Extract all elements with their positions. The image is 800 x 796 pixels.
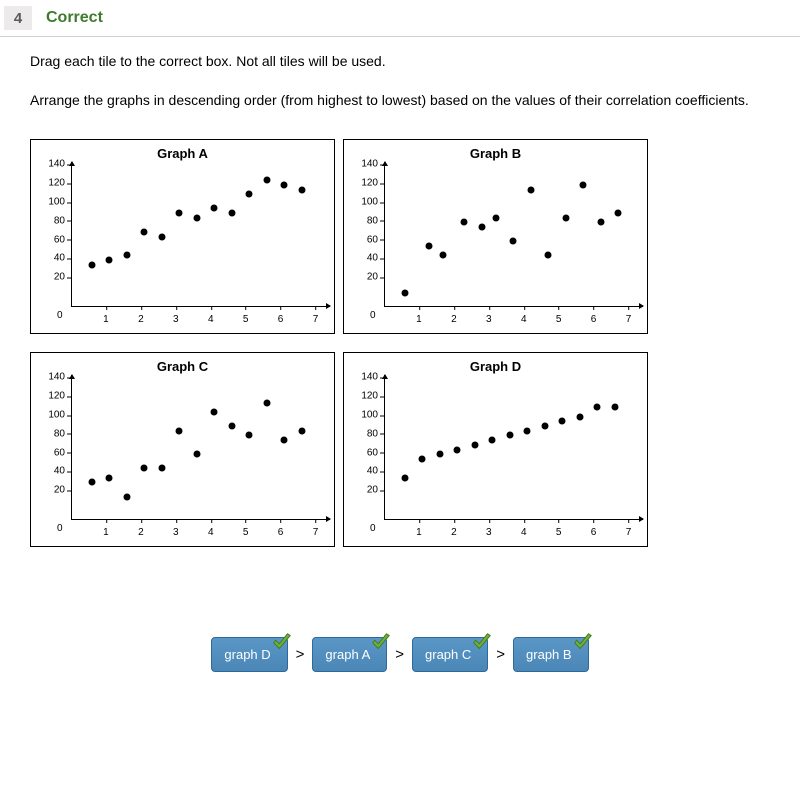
instruction-line-2: Arrange the graphs in descending order (… <box>30 90 770 111</box>
data-point <box>541 423 548 430</box>
data-point <box>106 474 113 481</box>
tile-label: graph C <box>425 647 471 662</box>
data-point <box>436 451 443 458</box>
data-point <box>580 181 587 188</box>
data-point <box>246 191 253 198</box>
data-point <box>506 432 513 439</box>
data-point <box>545 252 552 259</box>
data-point <box>176 427 183 434</box>
data-point <box>228 210 235 217</box>
chart-title: Graph D <box>344 359 647 374</box>
instructions: Drag each tile to the correct box. Not a… <box>0 37 800 111</box>
tile-label: graph A <box>325 647 370 662</box>
answer-tile-4[interactable]: graph B <box>513 637 589 672</box>
data-point <box>597 219 604 226</box>
comparator-2: > <box>393 646 406 663</box>
question-number: 4 <box>4 6 32 30</box>
plot-area: 0204060801001201401234567 <box>71 379 326 520</box>
data-point <box>176 210 183 217</box>
chart-a: Graph A 0204060801001201401234567 <box>30 139 335 334</box>
chart-title: Graph C <box>31 359 334 374</box>
data-point <box>158 233 165 240</box>
chart-b: Graph B 0204060801001201401234567 <box>343 139 648 334</box>
data-point <box>611 404 618 411</box>
plot-area: 0204060801001201401234567 <box>384 166 639 307</box>
data-point <box>263 177 270 184</box>
data-point <box>298 427 305 434</box>
comparator-3: > <box>494 646 507 663</box>
data-point <box>440 252 447 259</box>
check-icon <box>370 631 392 653</box>
chart-title: Graph A <box>31 146 334 161</box>
data-point <box>401 474 408 481</box>
data-point <box>158 465 165 472</box>
check-icon <box>572 631 594 653</box>
status-label: Correct <box>46 9 103 27</box>
answer-tile-1[interactable]: graph D <box>211 637 287 672</box>
data-point <box>88 479 95 486</box>
data-point <box>141 465 148 472</box>
data-point <box>492 214 499 221</box>
answer-tile-2[interactable]: graph A <box>312 637 387 672</box>
data-point <box>141 228 148 235</box>
data-point <box>471 441 478 448</box>
data-point <box>211 205 218 212</box>
data-point <box>419 455 426 462</box>
data-point <box>123 252 130 259</box>
chart-title: Graph B <box>344 146 647 161</box>
data-point <box>123 493 130 500</box>
data-point <box>454 446 461 453</box>
instruction-line-1: Drag each tile to the correct box. Not a… <box>30 51 770 72</box>
chart-d: Graph D 0204060801001201401234567 <box>343 352 648 547</box>
plot-area: 0204060801001201401234567 <box>71 166 326 307</box>
data-point <box>594 404 601 411</box>
answer-row: graph D > graph A > graph C > graph B <box>0 637 800 702</box>
data-point <box>426 242 433 249</box>
question-header: 4 Correct <box>0 0 800 37</box>
data-point <box>211 408 218 415</box>
data-point <box>281 181 288 188</box>
data-point <box>88 261 95 268</box>
tile-label: graph B <box>526 647 572 662</box>
data-point <box>228 423 235 430</box>
data-point <box>478 224 485 231</box>
data-point <box>193 214 200 221</box>
data-point <box>576 413 583 420</box>
data-point <box>461 219 468 226</box>
charts-grid: Graph A 0204060801001201401234567 Graph B… <box>0 129 800 547</box>
check-icon <box>271 631 293 653</box>
data-point <box>246 432 253 439</box>
data-point <box>562 214 569 221</box>
plot-area: 0204060801001201401234567 <box>384 379 639 520</box>
data-point <box>615 210 622 217</box>
data-point <box>510 238 517 245</box>
data-point <box>193 451 200 458</box>
data-point <box>524 427 531 434</box>
tile-label: graph D <box>224 647 270 662</box>
chart-c: Graph C 0204060801001201401234567 <box>30 352 335 547</box>
data-point <box>281 437 288 444</box>
answer-tile-3[interactable]: graph C <box>412 637 488 672</box>
data-point <box>527 186 534 193</box>
data-point <box>106 257 113 264</box>
comparator-1: > <box>294 646 307 663</box>
data-point <box>298 186 305 193</box>
check-icon <box>471 631 493 653</box>
data-point <box>401 289 408 296</box>
data-point <box>559 418 566 425</box>
data-point <box>489 437 496 444</box>
data-point <box>263 399 270 406</box>
